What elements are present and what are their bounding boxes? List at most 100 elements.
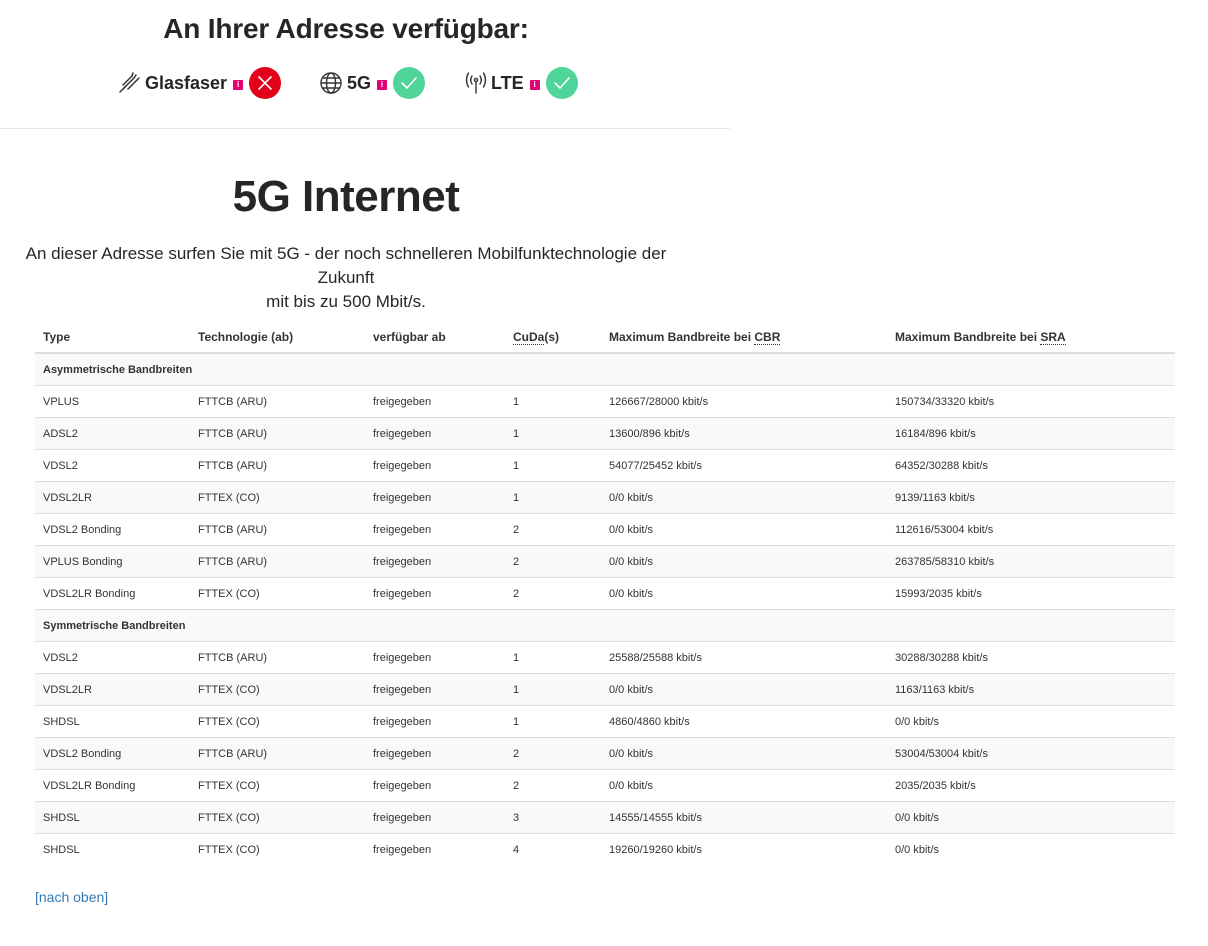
cell-technology: FTTCB (ARU)	[190, 417, 365, 450]
info-icon[interactable]: i	[529, 80, 540, 90]
cell-sra: 9139/1163 kbit/s	[887, 481, 1175, 514]
cell-sra: 150734/33320 kbit/s	[887, 385, 1175, 418]
cell-cuda: 1	[505, 481, 601, 514]
cbr-prefix: Maximum Bandbreite bei	[609, 330, 755, 344]
cell-cuda: 1	[505, 385, 601, 418]
cell-sra: 2035/2035 kbit/s	[887, 769, 1175, 802]
table-row: VDSL2 FTTCB (ARU) freigegeben 1 25588/25588 …	[35, 641, 1175, 674]
tech-5g: 5G i	[319, 66, 426, 100]
cell-sra: 0/0 kbit/s	[887, 833, 1175, 865]
cell-available-from: freigegeben	[365, 641, 505, 674]
page-subtitle: An dieser Adresse surfen Sie mit 5G - de…	[0, 242, 692, 314]
header-technology: Technologie (ab)	[190, 322, 365, 354]
cell-technology: FTTEX (CO)	[190, 481, 365, 514]
cell-cbr: 19260/19260 kbit/s	[601, 833, 887, 865]
cell-sra: 112616/53004 kbit/s	[887, 513, 1175, 546]
page-title: 5G Internet	[232, 172, 460, 221]
cell-technology: FTTCB (ARU)	[190, 513, 365, 546]
availability-title: An Ihrer Adresse verfügbar:	[163, 13, 529, 44]
table-row: SHDSL FTTEX (CO) freigegeben 4 19260/19260 k…	[35, 833, 1175, 865]
cell-cuda: 4	[505, 833, 601, 865]
cell-cuda: 2	[505, 737, 601, 770]
cell-type: VDSL2LR	[35, 481, 190, 514]
header-sra: Maximum Bandbreite bei SRA	[887, 322, 1175, 354]
cell-available-from: freigegeben	[365, 545, 505, 578]
table-row: VDSL2LR Bonding FTTEX (CO) freigegeben 2 0/0…	[35, 769, 1175, 802]
cell-available-from: freigegeben	[365, 417, 505, 450]
cell-type: VDSL2	[35, 641, 190, 674]
cell-type: VDSL2 Bonding	[35, 737, 190, 770]
info-icon[interactable]: i	[233, 80, 244, 90]
back-to-top-link[interactable]: [nach oben]	[35, 889, 108, 905]
technology-availability-row: Glasfaser i 5G i LTE i	[0, 66, 692, 100]
cell-technology: FTTEX (CO)	[190, 801, 365, 834]
cell-technology: FTTCB (ARU)	[190, 449, 365, 482]
cell-type: SHDSL	[35, 833, 190, 865]
cell-technology: FTTEX (CO)	[190, 705, 365, 738]
cell-cuda: 1	[505, 673, 601, 706]
cell-type: ADSL2	[35, 417, 190, 450]
cbr-abbr: CBR	[754, 330, 781, 345]
cell-available-from: freigegeben	[365, 737, 505, 770]
header-available-from: verfügbar ab	[365, 322, 505, 354]
cell-cbr: 25588/25588 kbit/s	[601, 641, 887, 674]
cell-sra: 15993/2035 kbit/s	[887, 577, 1175, 610]
tech-glasfaser: Glasfaser i	[117, 66, 282, 100]
available-check-icon	[393, 67, 426, 99]
cell-available-from: freigegeben	[365, 705, 505, 738]
cell-technology: FTTCB (ARU)	[190, 545, 365, 578]
cell-available-from: freigegeben	[365, 769, 505, 802]
sra-abbr: SRA	[1040, 330, 1066, 345]
cell-cuda: 2	[505, 769, 601, 802]
table-row: VDSL2 FTTCB (ARU) freigegeben 1 54077/25452 …	[35, 449, 1175, 482]
cell-available-from: freigegeben	[365, 673, 505, 706]
table-row: ADSL2 FTTCB (ARU) freigegeben 1 13600/896 kb…	[35, 417, 1175, 450]
antenna-icon	[463, 71, 487, 95]
cell-sra: 16184/896 kbit/s	[887, 417, 1175, 450]
cell-cbr: 4860/4860 kbit/s	[601, 705, 887, 738]
cell-technology: FTTEX (CO)	[190, 673, 365, 706]
cell-available-from: freigegeben	[365, 481, 505, 514]
tech-label-glasfaser: Glasfaser	[145, 72, 228, 93]
cell-technology: FTTEX (CO)	[190, 833, 365, 865]
cell-cbr: 0/0 kbit/s	[601, 673, 887, 706]
cuda-abbr: CuDa	[513, 330, 545, 345]
tech-label-lte: LTE	[491, 72, 524, 93]
cell-cbr: 0/0 kbit/s	[601, 577, 887, 610]
fiber-icon	[117, 71, 141, 95]
subtitle-line-1: An dieser Adresse surfen Sie mit 5G - de…	[25, 244, 667, 287]
cell-available-from: freigegeben	[365, 513, 505, 546]
table-row: VDSL2LR FTTEX (CO) freigegeben 1 0/0 kbit/s 1…	[35, 673, 1175, 706]
bandwidth-table: Type Technologie (ab) verfügbar ab CuDa(…	[35, 322, 1175, 865]
cell-type: VDSL2 Bonding	[35, 513, 190, 546]
table-header-row: Type Technologie (ab) verfügbar ab CuDa(…	[35, 322, 1175, 354]
cell-sra: 0/0 kbit/s	[887, 705, 1175, 738]
cell-cbr: 14555/14555 kbit/s	[601, 801, 887, 834]
group-label: Asymmetrische Bandbreiten	[35, 352, 1175, 386]
cell-cuda: 2	[505, 577, 601, 610]
cell-cbr: 0/0 kbit/s	[601, 545, 887, 578]
table-row: VPLUS Bonding FTTCB (ARU) freigegeben 2 0/0 …	[35, 545, 1175, 578]
cell-sra: 53004/53004 kbit/s	[887, 737, 1175, 770]
cuda-suffix: (s)	[544, 330, 560, 344]
cell-type: VDSL2	[35, 449, 190, 482]
table-body: Asymmetrische Bandbreiten VPLUS FTTCB (ARU…	[35, 352, 1175, 865]
cell-cbr: 0/0 kbit/s	[601, 481, 887, 514]
cell-sra: 64352/30288 kbit/s	[887, 449, 1175, 482]
cell-technology: FTTCB (ARU)	[190, 737, 365, 770]
cell-cbr: 0/0 kbit/s	[601, 513, 887, 546]
table-row: SHDSL FTTEX (CO) freigegeben 3 14555/14555 k…	[35, 801, 1175, 834]
sra-prefix: Maximum Bandbreite bei	[895, 330, 1041, 344]
cell-cuda: 1	[505, 417, 601, 450]
cell-cbr: 54077/25452 kbit/s	[601, 449, 887, 482]
cell-sra: 263785/58310 kbit/s	[887, 545, 1175, 578]
cell-available-from: freigegeben	[365, 801, 505, 834]
cell-type: VDSL2LR Bonding	[35, 769, 190, 802]
cell-technology: FTTEX (CO)	[190, 769, 365, 802]
table-row: VDSL2LR Bonding FTTEX (CO) freigegeben 2 0/0…	[35, 577, 1175, 610]
cell-type: VDSL2LR Bonding	[35, 577, 190, 610]
cell-type: SHDSL	[35, 801, 190, 834]
cell-sra: 30288/30288 kbit/s	[887, 641, 1175, 674]
info-icon[interactable]: i	[377, 80, 388, 90]
cell-cuda: 1	[505, 641, 601, 674]
